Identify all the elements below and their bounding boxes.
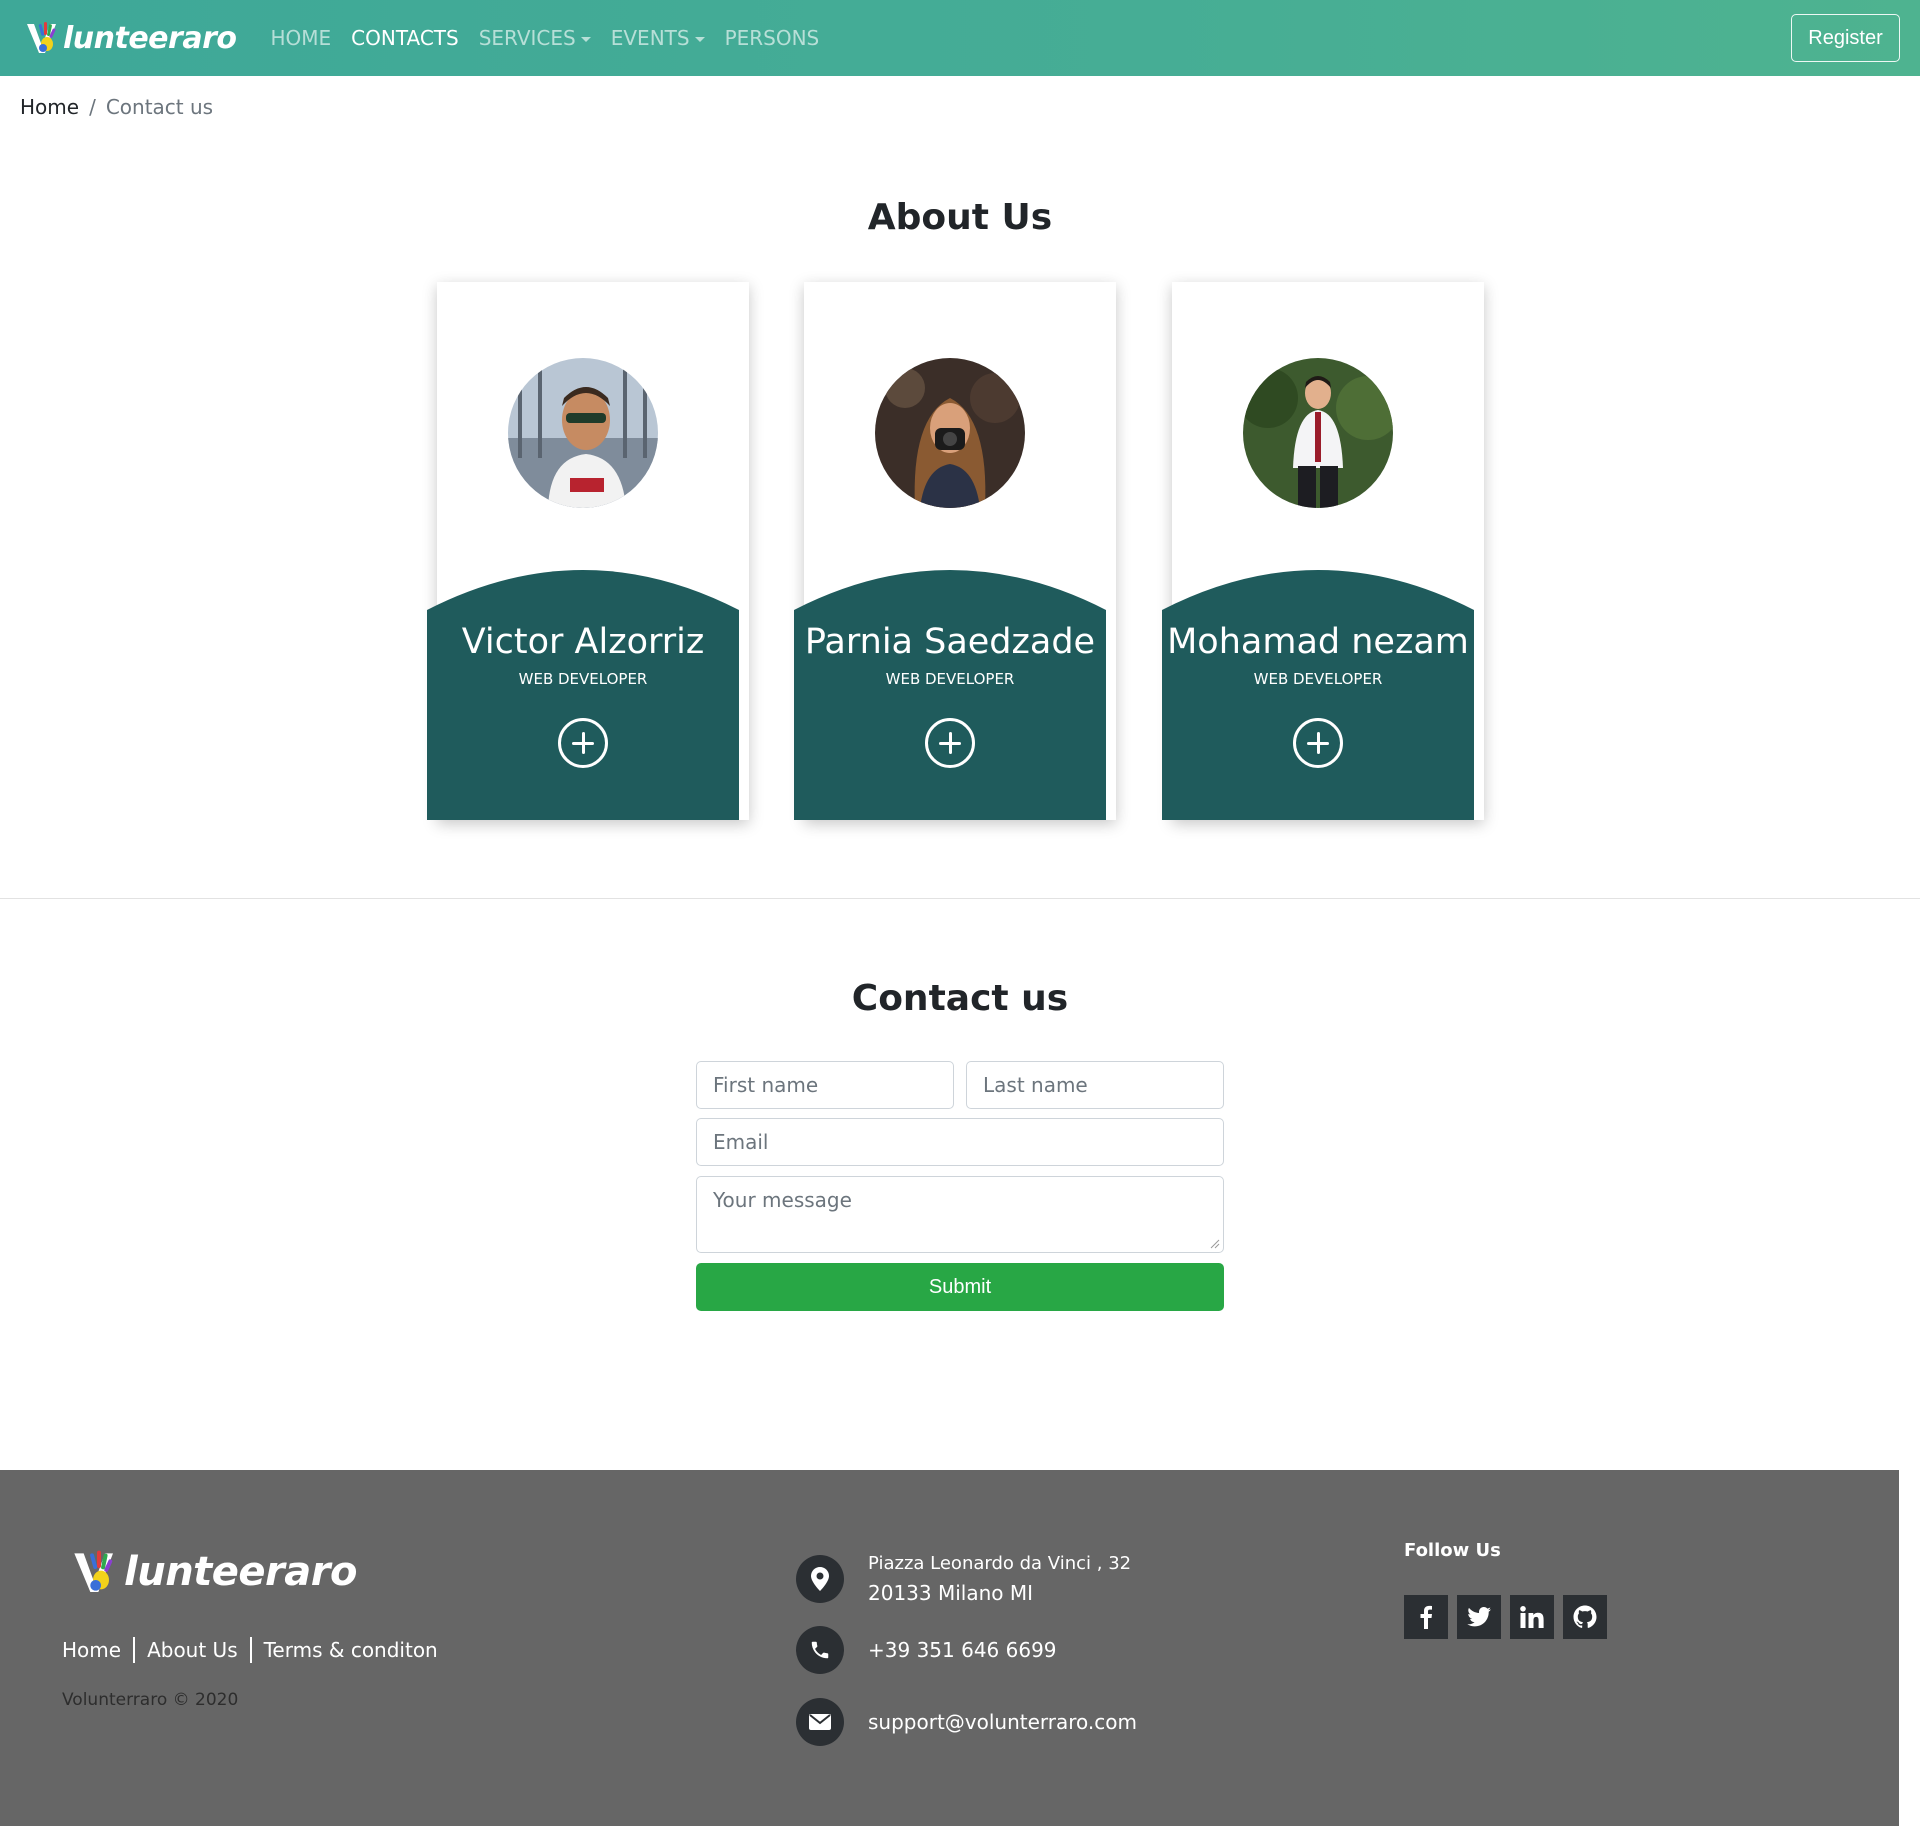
github-icon[interactable]: [1563, 1595, 1607, 1639]
contact-title: Contact us: [851, 978, 1069, 1019]
member-name: Parnia Saedzade: [804, 622, 1096, 662]
address-line1: Piazza Leonardo da Vinci , 32: [868, 1553, 1132, 1574]
member-avatar: [508, 358, 658, 508]
footer-link-about[interactable]: About Us: [147, 1638, 238, 1662]
phone-icon: [796, 1626, 844, 1674]
nav-menu: HOME CONTACTS SERVICES EVENTS PERSONS: [270, 26, 839, 50]
address-line2: 20133 Milano MI: [868, 1580, 1034, 1605]
footer-link-home[interactable]: Home: [62, 1638, 121, 1662]
email-input[interactable]: Email: [696, 1118, 1224, 1166]
member-name: Victor Alzorriz: [461, 622, 705, 662]
first-name-placeholder: First name: [713, 1073, 819, 1097]
footer-brand-name: lunteeraro: [124, 1549, 357, 1595]
nav-home-label: HOME: [270, 26, 332, 50]
map-marker-icon: [796, 1555, 844, 1604]
member-avatar: [875, 358, 1025, 508]
breadcrumb-separator: /: [89, 95, 96, 119]
last-name-input[interactable]: Last name: [966, 1061, 1224, 1109]
member-role: WEB DEVELOPER: [885, 670, 1015, 688]
member-info-panel: Parnia Saedzade WEB DEVELOPER: [794, 570, 1106, 820]
nav-contacts[interactable]: CONTACTS: [351, 26, 459, 50]
plus-circle-icon[interactable]: [925, 718, 975, 768]
member-role: WEB DEVELOPER: [1253, 670, 1383, 688]
message-textarea[interactable]: Your message: [696, 1176, 1224, 1253]
hand-logo-icon: [25, 20, 63, 56]
section-divider: [0, 898, 1920, 899]
plus-circle-icon[interactable]: [1293, 718, 1343, 768]
address-row: Piazza Leonardo da Vinci , 32 20133 Mila…: [796, 1550, 1131, 1609]
member-role: WEB DEVELOPER: [518, 670, 648, 688]
footer-link-terms[interactable]: Terms & conditon: [264, 1638, 438, 1662]
envelope-icon: [796, 1698, 844, 1746]
link-separator: [133, 1637, 136, 1663]
message-placeholder: Your message: [713, 1188, 852, 1212]
email-placeholder: Email: [713, 1130, 769, 1154]
navbar: lunteeraro HOME CONTACTS SERVICES EVENTS…: [0, 0, 1920, 76]
brand-name: lunteeraro: [63, 20, 237, 56]
nav-services-label: SERVICES: [478, 26, 576, 50]
email-row: support@volunterraro.com: [796, 1698, 1137, 1746]
support-email[interactable]: support@volunterraro.com: [868, 1707, 1137, 1738]
facebook-icon[interactable]: [1404, 1595, 1448, 1639]
member-avatar: [1243, 358, 1393, 508]
member-info-panel: Mohamad nezam WEB DEVELOPER: [1162, 570, 1474, 820]
social-links: [1404, 1595, 1616, 1639]
nav-persons[interactable]: PERSONS: [725, 26, 820, 50]
member-name: Mohamad nezam: [1167, 622, 1469, 662]
about-title: About Us: [867, 197, 1053, 238]
caret-down-icon: [580, 36, 591, 42]
nav-home[interactable]: HOME: [270, 26, 331, 50]
footer-links: Home About Us Terms & conditon: [62, 1637, 438, 1663]
footer-brand-logo[interactable]: lunteeraro: [70, 1548, 357, 1596]
hand-logo-icon: [74, 1550, 113, 1592]
nav-services-dropdown[interactable]: SERVICES: [479, 26, 591, 50]
link-separator: [249, 1637, 252, 1663]
team-card: Parnia Saedzade WEB DEVELOPER: [794, 282, 1116, 820]
phone-row: +39 351 646 6699: [796, 1626, 1057, 1674]
nav-events-dropdown[interactable]: EVENTS: [611, 26, 705, 50]
member-info-panel: Victor Alzorriz WEB DEVELOPER: [427, 570, 739, 820]
resize-handle-icon[interactable]: [1210, 1239, 1220, 1249]
twitter-icon[interactable]: [1457, 1595, 1501, 1639]
follow-us-title: Follow Us: [1404, 1540, 1501, 1561]
nav-persons-label: PERSONS: [724, 26, 820, 50]
footer: lunteeraro Home About Us Terms & condito…: [0, 1470, 1899, 1826]
breadcrumb-current: Contact us: [105, 95, 214, 119]
first-name-input[interactable]: First name: [696, 1061, 954, 1109]
plus-circle-icon[interactable]: [558, 718, 608, 768]
register-button[interactable]: Register: [1791, 14, 1900, 62]
linkedin-icon[interactable]: [1510, 1595, 1554, 1639]
nav-events-label: EVENTS: [610, 26, 690, 50]
phone-number[interactable]: +39 351 646 6699: [868, 1635, 1057, 1666]
last-name-placeholder: Last name: [983, 1073, 1088, 1097]
submit-button[interactable]: Submit: [696, 1263, 1224, 1311]
brand-logo[interactable]: lunteeraro: [25, 18, 237, 58]
team-card: Mohamad nezam WEB DEVELOPER: [1162, 282, 1484, 820]
nav-contacts-label: CONTACTS: [351, 26, 459, 50]
copyright: Volunterraro © 2020: [62, 1690, 239, 1710]
team-card: Victor Alzorriz WEB DEVELOPER: [427, 282, 749, 820]
breadcrumb: Home / Contact us: [20, 95, 213, 119]
caret-down-icon: [694, 36, 705, 42]
breadcrumb-home-link[interactable]: Home: [20, 95, 79, 119]
